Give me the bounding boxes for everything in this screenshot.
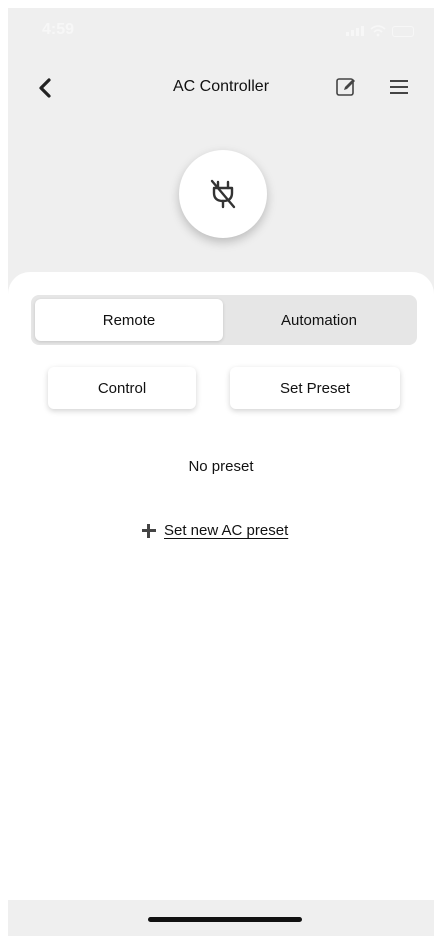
header: AC Controller: [8, 66, 434, 110]
content-sheet: Remote Automation Control Set Preset No …: [8, 272, 434, 900]
phone-frame: 4:59 AC Controller Remote Automation Con…: [8, 8, 434, 936]
bottom-bar: [8, 900, 434, 936]
empty-state-text: No preset: [188, 458, 254, 475]
plug-off-icon: [210, 179, 236, 209]
subtab-control[interactable]: Control: [48, 367, 196, 409]
screen: 4:59 AC Controller Remote Automation Con…: [0, 0, 434, 936]
wifi-icon: [370, 25, 386, 37]
subtab-set-preset[interactable]: Set Preset: [230, 367, 400, 409]
page-title: AC Controller: [172, 78, 270, 95]
battery-icon: [392, 25, 414, 37]
status-time: 4:59: [42, 21, 75, 38]
tab-automation[interactable]: Automation: [225, 299, 413, 341]
add-preset-label: Set new AC preset: [164, 522, 289, 539]
signal-icon: [346, 26, 364, 36]
home-indicator[interactable]: [148, 917, 302, 922]
status-bar: 4:59: [8, 8, 434, 52]
hamburger-menu-icon[interactable]: [388, 76, 410, 98]
tab-remote[interactable]: Remote: [35, 299, 223, 341]
status-icons: [346, 25, 414, 37]
device-power-button[interactable]: [179, 150, 267, 238]
primary-tabs: Remote Automation: [31, 295, 417, 345]
edit-icon[interactable]: [334, 75, 358, 99]
add-preset-link[interactable]: Set new AC preset: [142, 522, 288, 539]
plus-icon: [142, 523, 156, 538]
